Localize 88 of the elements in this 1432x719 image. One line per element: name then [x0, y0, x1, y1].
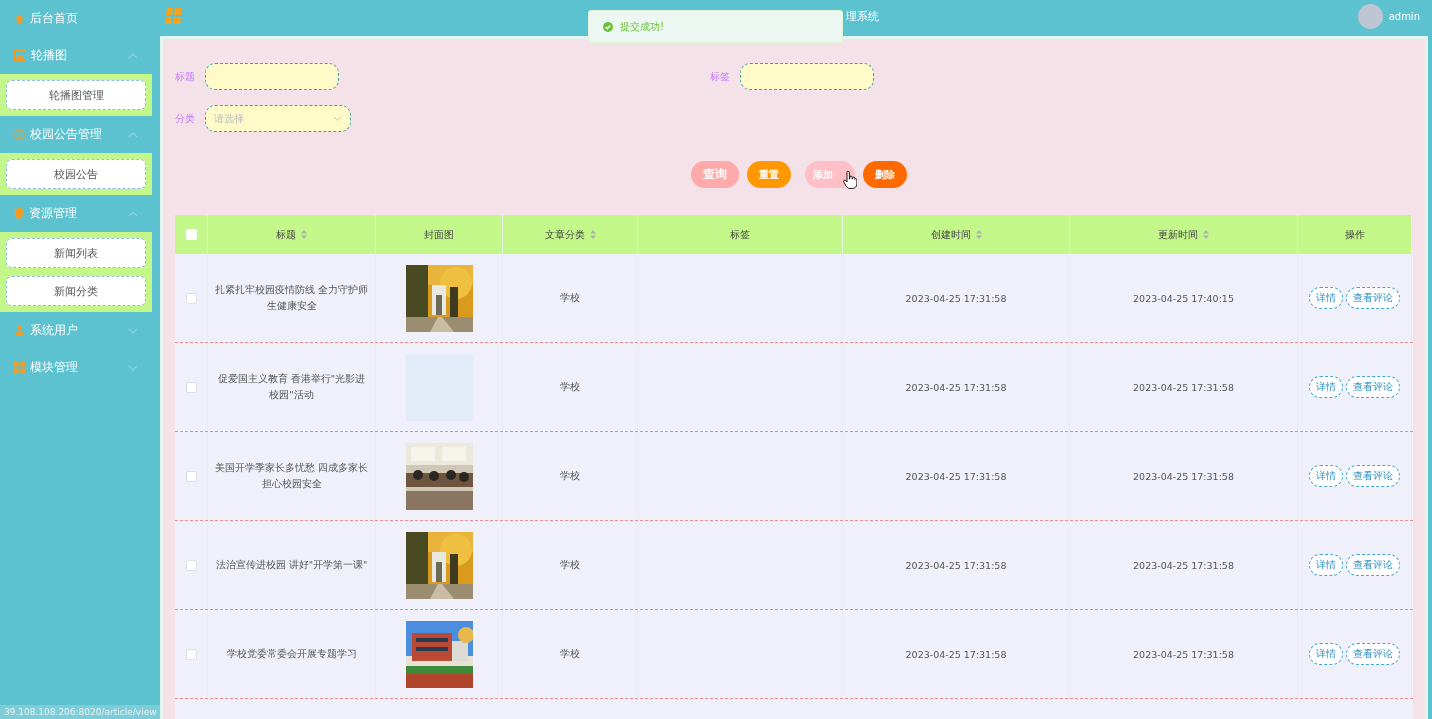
details-button[interactable]: 详情 [1309, 287, 1343, 309]
submenu-item[interactable]: 校园公告 [6, 159, 146, 189]
user-name[interactable]: admin [1388, 10, 1420, 22]
details-button[interactable]: 详情 [1309, 465, 1343, 487]
table-header-cell[interactable]: 标题 [208, 215, 376, 254]
image-icon [14, 50, 26, 61]
comments-button[interactable]: 查看评论 [1346, 465, 1400, 487]
select-all-checkbox[interactable] [185, 229, 197, 240]
chevron-up-icon [128, 131, 138, 138]
table-cell-text: 美国开学季家长多忧愁 四成多家长担心校园安全 [214, 460, 369, 491]
chevron-down-icon [128, 327, 138, 334]
reset-button[interactable]: 重置 [747, 161, 791, 188]
check-icon [603, 21, 613, 32]
table-cell: 学校 [560, 647, 580, 661]
chevron-down-icon [128, 364, 138, 371]
status-url: 39.108.108.206:8020/article/view [0, 705, 161, 719]
user-icon [14, 325, 25, 336]
details-button[interactable]: 详情 [1309, 643, 1343, 665]
menu-item[interactable]: 系统用户 [0, 312, 152, 349]
table-cell-text: 学校党委常委会开展专题学习 [226, 646, 357, 661]
sort-icon[interactable] [589, 230, 596, 239]
row-checkbox[interactable] [185, 292, 197, 304]
row-checkbox[interactable] [185, 648, 197, 660]
pin-icon [14, 207, 24, 220]
table-cell: 学校 [560, 291, 580, 305]
row-checkbox[interactable] [185, 470, 197, 482]
table-cell: 2023-04-25 17:31:58 [1133, 559, 1234, 571]
table-header-cell[interactable]: 更新时间 [1070, 215, 1298, 254]
table-cell: 2023-04-25 17:31:58 [905, 381, 1007, 393]
row-checkbox[interactable] [185, 559, 197, 571]
comments-button[interactable]: 查看评论 [1346, 643, 1400, 665]
table-header-cell[interactable]: 文章分类 [503, 215, 638, 254]
menu-item[interactable]: 资源管理 [0, 195, 152, 232]
table-cell-text: 促爱国主义教育 香港举行"光影进校园"活动 [216, 371, 367, 402]
info-icon [14, 129, 25, 140]
table-cell: 2023-04-25 17:31:58 [1133, 381, 1234, 393]
table-cell: 学校 [560, 558, 580, 572]
menu-item[interactable]: 轮播图 [0, 37, 152, 74]
system-title: 理系统 [846, 8, 879, 24]
submenu-item[interactable]: 新闻分类 [6, 276, 146, 306]
comments-button[interactable]: 查看评论 [1346, 287, 1400, 309]
details-button[interactable]: 详情 [1309, 376, 1343, 398]
filter-label: 标签 [710, 69, 731, 84]
table-cell: 2023-04-25 17:40:15 [1133, 292, 1234, 304]
table-cell: 学校 [560, 469, 580, 483]
menu-item[interactable]: 校园公告管理 [0, 116, 152, 153]
home-icon [14, 13, 25, 24]
logo-icon [164, 8, 182, 24]
table-cell: 2023-04-25 17:31:58 [905, 559, 1007, 571]
sort-icon[interactable] [975, 230, 982, 239]
avatar-icon[interactable] [1357, 3, 1383, 29]
column-header: 标题 [276, 227, 296, 242]
chevron-up-icon [128, 52, 138, 59]
table-cell-text: 扎紧扎牢校园疫情防线 全力守护师生健康安全 [214, 282, 369, 313]
hand-cursor-icon [843, 171, 857, 189]
table-cell: 2023-04-25 17:31:58 [1133, 470, 1234, 482]
column-header: 创建时间 [930, 227, 971, 242]
chevron-up-icon [128, 210, 138, 217]
table-cell: 2023-04-25 17:31:58 [905, 648, 1007, 660]
row-checkbox[interactable] [185, 381, 197, 393]
table-cell: 2023-04-25 17:31:58 [1133, 648, 1234, 660]
toast-message: 提交成功! [620, 19, 664, 34]
filter-label: 分类 [175, 111, 196, 126]
details-button[interactable]: 详情 [1309, 554, 1343, 576]
sort-icon[interactable] [301, 230, 307, 239]
submenu-item[interactable]: 轮播图管理 [6, 80, 146, 110]
menu-item[interactable]: 后台首页 [0, 0, 152, 37]
sort-icon[interactable] [1203, 230, 1209, 239]
filter-label: 标题 [175, 69, 196, 84]
column-header: 操作 [1344, 227, 1365, 242]
table-cell-text: 法治宣传进校园 讲好"开学第一课" [215, 557, 368, 572]
text-field[interactable] [205, 63, 339, 90]
table-cell: 2023-04-25 17:31:58 [905, 470, 1007, 482]
table-cell: 2023-04-25 17:31:58 [905, 292, 1007, 304]
submenu-item[interactable]: 新闻列表 [6, 238, 146, 268]
table-cell: 学校 [560, 380, 580, 394]
chevron-down-icon [333, 115, 342, 122]
text-field[interactable] [740, 63, 874, 90]
comments-button[interactable]: 查看评论 [1346, 554, 1400, 576]
delete-button[interactable]: 删除 [863, 161, 907, 188]
grid-icon [14, 362, 25, 373]
menu-item[interactable]: 模块管理 [0, 349, 152, 386]
column-header: 封面图 [424, 227, 454, 242]
table-header-cell[interactable]: 创建时间 [843, 215, 1070, 254]
column-header: 文章分类 [544, 227, 585, 242]
column-header: 更新时间 [1158, 227, 1198, 242]
comments-button[interactable]: 查看评论 [1346, 376, 1400, 398]
column-header: 标签 [730, 227, 750, 242]
